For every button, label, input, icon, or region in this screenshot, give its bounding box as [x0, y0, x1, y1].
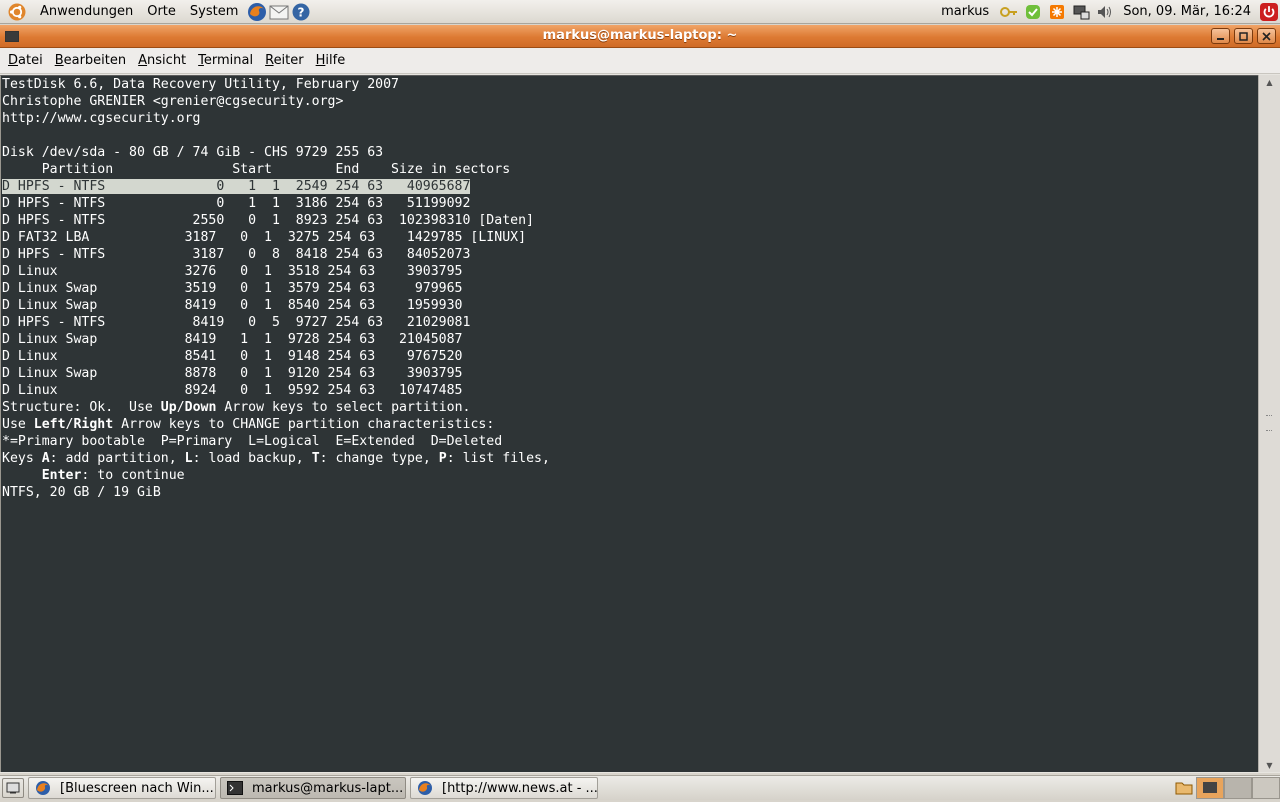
window-title: markus@markus-laptop: ~ [542, 28, 738, 43]
terminal-menubar: Datei Bearbeiten Ansicht Terminal Reiter… [0, 48, 1280, 74]
ubuntu-logo-icon[interactable] [8, 3, 26, 21]
taskbar-item-news[interactable]: [http://www.news.at - ... [410, 777, 598, 799]
scroll-up-icon[interactable]: ▲ [1259, 75, 1280, 89]
menu-orte[interactable]: Orte [140, 4, 183, 19]
menu-reiter[interactable]: Reiter [259, 53, 310, 68]
workspace-3[interactable] [1252, 777, 1280, 799]
partition-list: D HPFS - NTFS 0 1 1 2549 254 63 40965687… [2, 178, 1258, 399]
help-line-structure: Structure: Ok. Use Up/Down Arrow keys to… [2, 400, 471, 415]
selected-partition-highlight: D HPFS - NTFS 0 1 1 2549 254 63 40965687 [2, 179, 471, 194]
menu-system[interactable]: System [183, 4, 245, 19]
partition-row[interactable]: D Linux Swap 8419 0 1 8540 254 63 195993… [2, 297, 1258, 314]
menu-hilfe[interactable]: Hilfe [310, 53, 352, 68]
scroll-down-icon[interactable]: ▼ [1259, 758, 1280, 772]
clock[interactable]: Son, 09. Mär, 16:24 [1117, 4, 1257, 19]
firefox-icon [35, 780, 51, 796]
terminal-line: TestDisk 6.6, Data Recovery Utility, Feb… [2, 77, 399, 92]
workspace-2[interactable] [1224, 777, 1252, 799]
partition-row[interactable]: D Linux 8541 0 1 9148 254 63 9767520 [2, 348, 1258, 365]
bottom-panel: [Bluescreen nach Win... markus@markus-la… [0, 775, 1280, 800]
volume-icon[interactable] [1096, 3, 1114, 21]
menu-terminal[interactable]: Terminal [192, 53, 259, 68]
help-line-keys: Keys A: add partition, L: load backup, T… [2, 451, 550, 466]
terminal-line: Christophe GRENIER <grenier@cgsecurity.o… [2, 94, 344, 109]
partition-row[interactable]: D Linux Swap 3519 0 1 3579 254 63 979965 [2, 280, 1258, 297]
workspace-1[interactable] [1196, 777, 1224, 799]
partition-row[interactable]: D Linux 3276 0 1 3518 254 63 3903795 [2, 263, 1258, 280]
user-switcher[interactable]: markus [941, 4, 997, 19]
disk-info-line: Disk /dev/sda - 80 GB / 74 GiB - CHS 972… [2, 145, 384, 160]
partition-row[interactable]: D HPFS - NTFS 2550 0 1 8923 254 63 10239… [2, 212, 1258, 229]
terminal-screen[interactable]: TestDisk 6.6, Data Recovery Utility, Feb… [0, 75, 1258, 772]
network-icon[interactable] [1072, 3, 1090, 21]
partition-row[interactable]: D HPFS - NTFS 8419 0 5 9727 254 63 21029… [2, 314, 1258, 331]
taskbar-item-terminal[interactable]: markus@markus-lapt... [220, 777, 406, 799]
keys-icon[interactable] [1000, 3, 1018, 21]
menu-datei[interactable]: Datei [2, 53, 49, 68]
menu-bearbeiten[interactable]: Bearbeiten [49, 53, 132, 68]
partition-row[interactable]: D HPFS - NTFS 3187 0 8 8418 254 63 84052… [2, 246, 1258, 263]
terminal-line: http://www.cgsecurity.org [2, 111, 201, 126]
scroll-grip[interactable] [1266, 415, 1272, 431]
top-panel: Anwendungen Orte System ? markus Son, 09… [0, 0, 1280, 24]
partition-row[interactable]: D HPFS - NTFS 0 1 1 2549 254 63 40965687 [2, 178, 1258, 195]
partition-row[interactable]: D Linux 8924 0 1 9592 254 63 10747485 [2, 382, 1258, 399]
firefox-launcher-icon[interactable] [247, 2, 267, 22]
partition-row[interactable]: D HPFS - NTFS 0 1 1 3186 254 63 51199092 [2, 195, 1258, 212]
mail-launcher-icon[interactable] [269, 2, 289, 22]
help-line-enter: Enter: to continue [41, 468, 185, 483]
menu-ansicht[interactable]: Ansicht [132, 53, 192, 68]
terminal-icon [227, 780, 243, 796]
menu-anwendungen[interactable]: Anwendungen [33, 4, 140, 19]
pidgin-status-icon[interactable] [1024, 3, 1042, 21]
help-launcher-icon[interactable]: ? [291, 2, 311, 22]
svg-text:?: ? [298, 5, 305, 19]
update-notifier-icon[interactable] [1048, 3, 1066, 21]
power-icon[interactable] [1260, 2, 1278, 21]
window-titlebar[interactable]: markus@markus-laptop: ~ [0, 25, 1280, 48]
file-manager-icon[interactable] [1175, 779, 1193, 797]
partition-row[interactable]: D Linux Swap 8878 0 1 9120 254 63 390379… [2, 365, 1258, 382]
partition-row[interactable]: D Linux Swap 8419 1 1 9728 254 63 210450… [2, 331, 1258, 348]
terminal-window: markus@markus-laptop: ~ Datei Bearbeiten… [0, 25, 1280, 773]
terminal-scrollbar[interactable]: ▲ ▼ [1258, 75, 1280, 772]
help-line-change: Use Left/Right Arrow keys to CHANGE part… [2, 417, 495, 432]
taskbar-item-bluescreen[interactable]: [Bluescreen nach Win... [28, 777, 216, 799]
partition-row[interactable]: D FAT32 LBA 3187 0 1 3275 254 63 1429785… [2, 229, 1258, 246]
partition-table-header: Partition Start End Size in sectors [2, 162, 511, 177]
partition-summary: NTFS, 20 GB / 19 GiB [2, 485, 161, 500]
show-desktop-button[interactable] [2, 778, 24, 798]
help-line-legend: *=Primary bootable P=Primary L=Logical E… [2, 434, 503, 449]
firefox-icon [417, 780, 433, 796]
